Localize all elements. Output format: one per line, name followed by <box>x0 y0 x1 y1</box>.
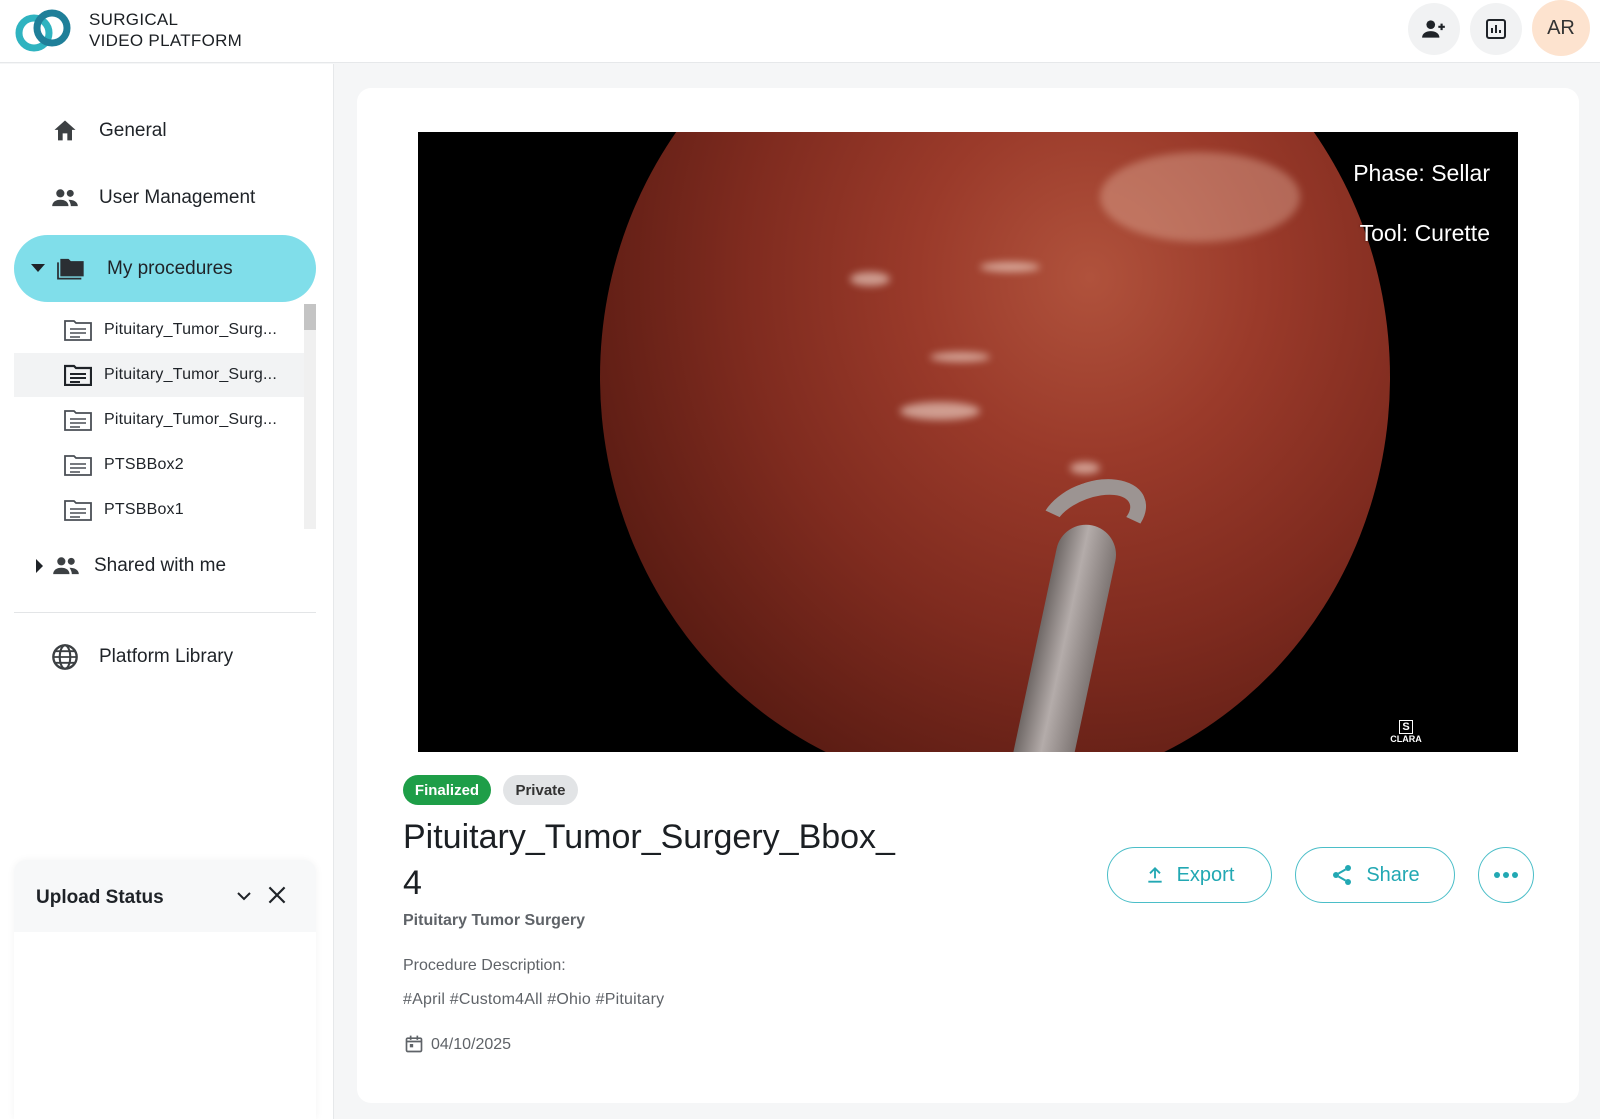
tool-overlay: Tool: Curette <box>1360 220 1490 247</box>
sidebar-item-label: General <box>99 120 167 141</box>
upload-status-header: Upload Status <box>14 860 316 932</box>
procedure-list-item[interactable]: Pituitary_Tumor_Surg... <box>14 398 304 442</box>
brand-line-2: VIDEO PLATFORM <box>89 31 243 50</box>
sidebar-item-my-procedures[interactable]: My procedures <box>14 235 316 302</box>
people-icon <box>52 189 78 207</box>
upload-status-panel: Upload Status <box>14 860 316 1119</box>
status-badge: Finalized <box>403 775 491 805</box>
analytics-button[interactable] <box>1470 3 1522 55</box>
folder-icon <box>57 258 84 280</box>
top-bar: SURGICAL VIDEO PLATFORM AR <box>0 0 1600 63</box>
home-icon <box>54 120 76 141</box>
caret-right-icon[interactable] <box>36 559 43 573</box>
procedure-list-item[interactable]: Pituitary_Tumor_Surg... <box>14 353 304 397</box>
upload-status-title: Upload Status <box>36 887 164 908</box>
caret-down-icon[interactable] <box>31 264 45 272</box>
procedure-list-item[interactable]: PTSBBox2 <box>14 443 304 487</box>
sidebar-divider <box>14 612 316 613</box>
share-button[interactable]: Share <box>1295 847 1455 903</box>
sidebar-item-general[interactable]: General <box>14 103 316 159</box>
phase-label: Phase: <box>1353 160 1425 186</box>
document-folder-icon <box>64 410 92 431</box>
phase-overlay: Phase: Sellar <box>1353 160 1490 187</box>
procedure-tags: #April #Custom4All #Ohio #Pituitary <box>403 991 665 1008</box>
close-icon[interactable] <box>264 882 290 908</box>
watermark: S CLARA <box>1386 720 1426 748</box>
sidebar-item-label: Shared with me <box>94 555 227 576</box>
watermark-text: CLARA <box>1390 734 1422 744</box>
brand-line-1: SURGICAL <box>89 10 179 29</box>
procedure-list-item-label: Pituitary_Tumor_Surg... <box>104 366 277 383</box>
document-folder-icon <box>64 320 92 341</box>
document-folder-icon <box>64 364 92 386</box>
tool-value: Curette <box>1414 220 1490 246</box>
procedure-list-item-label: PTSBBox1 <box>104 501 184 518</box>
watermark-letter: S <box>1399 720 1413 734</box>
procedure-list-item-label: Pituitary_Tumor_Surg... <box>104 411 277 428</box>
add-user-icon <box>1422 20 1445 38</box>
more-options-button[interactable] <box>1478 847 1534 903</box>
calendar-icon <box>405 1035 423 1053</box>
sidebar-item-label: My procedures <box>107 257 233 279</box>
share-label: Share <box>1366 863 1420 886</box>
sidebar-item-label: User Management <box>99 187 256 208</box>
sidebar-item-label: Platform Library <box>99 646 234 667</box>
upload-icon <box>1147 867 1162 883</box>
procedure-description-label: Procedure Description: <box>403 957 566 974</box>
procedure-subtitle: Pituitary Tumor Surgery <box>403 912 585 929</box>
sidebar-item-shared-with-me[interactable]: Shared with me <box>14 538 316 594</box>
export-label: Export <box>1176 863 1235 886</box>
visibility-badge: Private <box>503 775 578 805</box>
tool-label: Tool: <box>1359 220 1409 246</box>
analytics-icon <box>1486 19 1506 39</box>
sidebar: General User Management My procedures Pi… <box>0 64 334 1119</box>
procedure-list-item-label: Pituitary_Tumor_Surg... <box>104 321 277 338</box>
brand-name: SURGICAL VIDEO PLATFORM <box>89 9 242 51</box>
procedure-date: 04/10/2025 <box>431 1036 512 1053</box>
procedure-title: Pituitary_Tumor_Surgery_Bbox_4 <box>403 818 895 902</box>
phase-value: Sellar <box>1431 160 1490 186</box>
logo-icon <box>15 9 71 52</box>
share-icon <box>1333 865 1352 885</box>
more-horizontal-icon <box>1494 872 1518 878</box>
procedure-list-item[interactable]: PTSBBox1 <box>14 488 304 532</box>
document-folder-icon <box>64 455 92 476</box>
sidebar-item-user-management[interactable]: User Management <box>14 170 316 226</box>
procedure-list-item-label: PTSBBox2 <box>104 456 184 473</box>
document-folder-icon <box>64 500 92 521</box>
endoscope-video-frame <box>600 132 1390 752</box>
user-avatar[interactable]: AR <box>1532 0 1590 56</box>
globe-icon <box>52 644 78 670</box>
procedure-list-item[interactable]: Pituitary_Tumor_Surg... <box>14 308 304 352</box>
video-player[interactable]: Phase: Sellar Tool: Curette S CLARA <box>418 132 1518 752</box>
people-icon <box>53 557 79 575</box>
add-user-button[interactable] <box>1408 3 1460 55</box>
sidebar-item-platform-library[interactable]: Platform Library <box>14 629 316 685</box>
export-button[interactable]: Export <box>1107 847 1272 903</box>
procedure-list: Pituitary_Tumor_Surg... Pituitary_Tumor_… <box>14 304 316 526</box>
chevron-down-icon[interactable] <box>232 884 256 908</box>
